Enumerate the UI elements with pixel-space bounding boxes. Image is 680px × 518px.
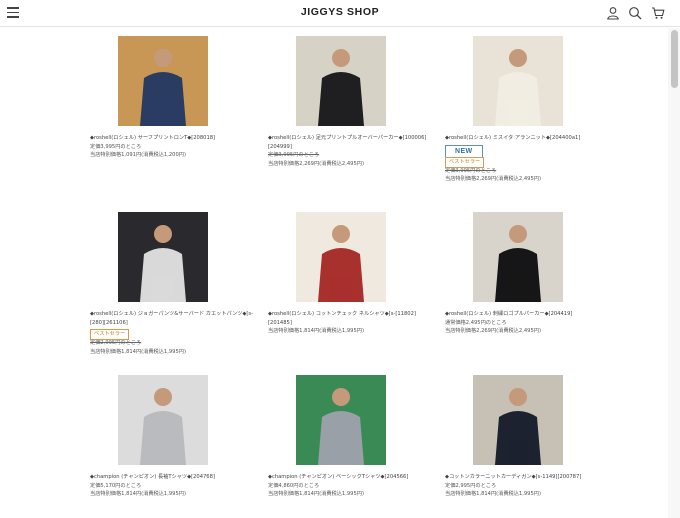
- product-image[interactable]: [118, 36, 208, 126]
- product-image[interactable]: [473, 212, 563, 302]
- product-image[interactable]: [296, 375, 386, 465]
- product-name-link[interactable]: ◆roshell(ロシェル) サーフプリントロンT◆[208018]: [90, 134, 260, 143]
- sale-price: 当店特別価格1,814円(消費税込1,995円): [445, 491, 541, 498]
- bestseller-badge: ベストセラー: [445, 156, 485, 168]
- sale-price: 当店特別価格2,269円(消費税込2,495円): [445, 176, 541, 183]
- sale-price: 当店特別価格1,814円(消費税込1,995円): [90, 491, 186, 498]
- product-info: ◆roshell(ロシェル) 刺繍ロゴプルパーカー◆[204419] 通常価格2,…: [445, 310, 615, 336]
- product-name-link[interactable]: ◆roshell(ロシェル) 刺繍ロゴプルパーカー◆[204419]: [445, 310, 615, 319]
- search-icon[interactable]: [628, 6, 642, 20]
- regular-price: 通常価格2,495円のところ: [445, 319, 507, 326]
- badge-row: NEW: [445, 143, 615, 158]
- user-icon[interactable]: [606, 6, 620, 20]
- regular-price: 定価3,995円のところ: [90, 143, 142, 150]
- product-image[interactable]: [473, 36, 563, 126]
- sale-price: 当店特別価格1,091円(消費税込1,200円): [90, 152, 186, 159]
- site-header: JIGGYS SHOP: [0, 0, 680, 27]
- regular-price: 定価3,995円のところ: [445, 167, 497, 174]
- product-info: ◆roshell(ロシェル) サーフプリントロンT◆[208018] 定価3,99…: [90, 134, 260, 160]
- product-info: ◆champion (チャンピオン) ベーシックTシャツ◆[204566] 定価4…: [268, 473, 438, 499]
- product-info: ◆roshell(ロシェル) コットンチェック ネルシャツ◆[s-[11802]…: [268, 310, 438, 336]
- badge-row: ベストセラー: [445, 155, 615, 168]
- product-name-link[interactable]: ◆champion (チャンピオン) 長袖Tシャツ◆[204768]: [90, 473, 260, 482]
- regular-price: 定価3,995円のところ: [268, 152, 320, 159]
- product-name-link[interactable]: ◆roshell(ロシェル) ミスイタ アランニット◆[204400a1]: [445, 134, 615, 143]
- product-image[interactable]: [118, 212, 208, 302]
- product-name-link[interactable]: ◆コットンカラーニットカーディガン◆[s-1149][200787]: [445, 473, 615, 482]
- product-name-link[interactable]: ◆roshell(ロシェル) 足元プリントプルオーバーパーカー◆[100006]…: [268, 134, 438, 151]
- product-image[interactable]: [473, 375, 563, 465]
- regular-price: 定価5,170円のところ: [90, 482, 142, 489]
- product-image[interactable]: [118, 375, 208, 465]
- product-info: ◆roshell(ロシェル) ミスイタ アランニット◆[204400a1] NEW…: [445, 134, 615, 184]
- product-info: ◆champion (チャンピオン) 長袖Tシャツ◆[204768] 定価5,17…: [90, 473, 260, 499]
- cart-icon[interactable]: [651, 6, 665, 20]
- site-logo[interactable]: JIGGYS SHOP: [0, 6, 680, 18]
- sale-price: 当店特別価格2,269円(消費税込2,495円): [445, 328, 541, 335]
- product-name-link[interactable]: ◆roshell(ロシェル) ジョガーパンツ&サーバード カエットパンツ◆[s-…: [90, 310, 260, 327]
- scrollbar-thumb[interactable]: [671, 30, 678, 88]
- regular-price: 定価2,995円のところ: [90, 340, 142, 347]
- product-name-link[interactable]: ◆champion (チャンピオン) ベーシックTシャツ◆[204566]: [268, 473, 438, 482]
- product-grid: ◆roshell(ロシェル) サーフプリントロンT◆[208018] 定価3,99…: [0, 28, 668, 518]
- sale-price: 当店特別価格1,814円(消費税込1,995円): [268, 491, 364, 498]
- product-name-link[interactable]: ◆roshell(ロシェル) コットンチェック ネルシャツ◆[s-[11802]…: [268, 310, 438, 327]
- sale-price: 当店特別価格1,814円(消費税込1,995円): [90, 348, 186, 355]
- regular-price: 定価4,860円のところ: [268, 482, 320, 489]
- sale-price: 当店特別価格1,814円(消費税込1,995円): [268, 328, 364, 335]
- product-image[interactable]: [296, 36, 386, 126]
- product-info: ◆roshell(ロシェル) ジョガーパンツ&サーバード カエットパンツ◆[s-…: [90, 310, 260, 356]
- product-image[interactable]: [296, 212, 386, 302]
- product-info: ◆コットンカラーニットカーディガン◆[s-1149][200787] 定価2,99…: [445, 473, 615, 499]
- regular-price: 定価2,995円のところ: [445, 482, 497, 489]
- scrollbar-track[interactable]: [668, 28, 680, 518]
- badge-row: ベストセラー: [90, 327, 260, 341]
- product-info: ◆roshell(ロシェル) 足元プリントプルオーバーパーカー◆[100006]…: [268, 134, 438, 168]
- sale-price: 当店特別価格2,269円(消費税込2,495円): [268, 160, 364, 167]
